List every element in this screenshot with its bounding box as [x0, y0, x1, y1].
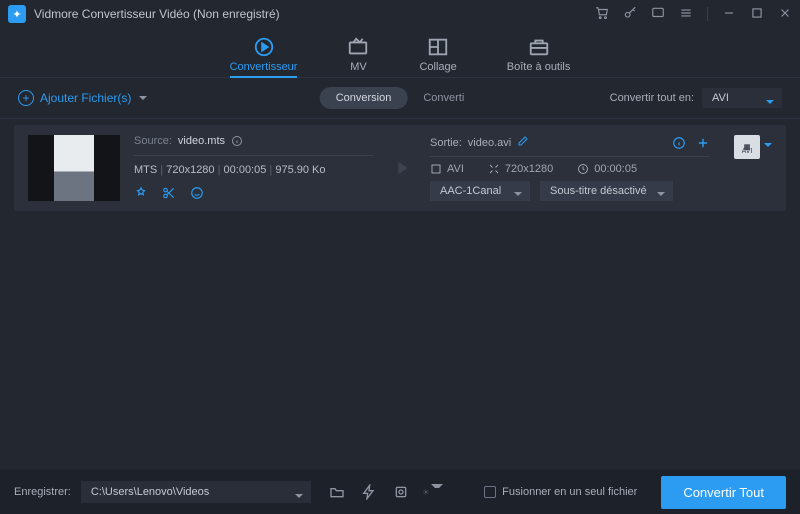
collage-icon	[427, 36, 449, 58]
settings-icon[interactable]	[423, 482, 443, 502]
toolbox-icon	[528, 36, 550, 58]
save-path-select[interactable]: C:\Users\Lenovo\Videos	[81, 481, 311, 503]
merge-label: Fusionner en un seul fichier	[502, 486, 637, 498]
convert-all-button[interactable]: Convertir Tout	[661, 476, 786, 509]
media-info-icon[interactable]	[672, 136, 686, 150]
titlebar: ✦ Vidmore Convertisseur Vidéo (Non enreg…	[0, 0, 800, 28]
info-icon[interactable]	[231, 135, 243, 147]
app-logo-icon: ✦	[8, 5, 26, 23]
app-title: Vidmore Convertisseur Vidéo (Non enregis…	[34, 7, 280, 21]
top-tabs: Convertisseur MV Collage Boîte à outils	[0, 28, 800, 78]
bottom-tool-icons	[327, 482, 443, 502]
enhance-icon[interactable]	[134, 186, 148, 200]
chevron-down-icon	[514, 192, 522, 200]
output-info: Sortie: video.avi AVI 720x1280 00:00:05 …	[430, 135, 710, 201]
clock-icon	[577, 163, 589, 175]
add-output-icon[interactable]	[696, 136, 710, 150]
output-format-chip[interactable]: ▦ AVI	[732, 135, 762, 155]
tab-mv[interactable]: MV	[347, 36, 369, 77]
cut-icon[interactable]	[162, 186, 176, 200]
effects-icon[interactable]	[190, 186, 204, 200]
mini-tabs: Conversion Converti	[320, 87, 481, 109]
tab-toolbox[interactable]: Boîte à outils	[507, 36, 571, 77]
source-filename: video.mts	[178, 135, 225, 147]
checkbox-icon	[484, 486, 496, 498]
cart-icon[interactable]	[595, 6, 609, 23]
chevron-down-icon[interactable]	[764, 143, 772, 151]
tab-converter[interactable]: Convertisseur	[230, 36, 298, 77]
tab-collage[interactable]: Collage	[419, 36, 456, 77]
hardware-accel-icon[interactable]	[359, 482, 379, 502]
save-path-value: C:\Users\Lenovo\Videos	[91, 486, 209, 498]
titlebar-actions	[595, 6, 792, 23]
chevron-down-icon	[766, 100, 774, 108]
file-list: Source: video.mts MTS720x128000:00:05975…	[0, 119, 800, 470]
arrow-icon	[388, 157, 416, 179]
key-icon[interactable]	[623, 6, 637, 23]
minitab-converted[interactable]: Converti	[407, 87, 480, 109]
merge-checkbox[interactable]: Fusionner en un seul fichier	[484, 486, 637, 498]
format-select[interactable]: AVI	[702, 88, 782, 108]
close-icon[interactable]	[778, 6, 792, 23]
feedback-icon[interactable]	[651, 6, 665, 23]
add-files-button[interactable]: + Ajouter Fichier(s)	[18, 90, 147, 106]
format-select-value: AVI	[712, 92, 729, 104]
edit-tools	[134, 186, 374, 200]
output-filename: video.avi	[468, 137, 511, 149]
bottom-bar: Enregistrer: C:\Users\Lenovo\Videos Fusi…	[0, 470, 800, 514]
converter-icon	[253, 36, 275, 58]
tab-mv-label: MV	[350, 61, 367, 73]
file-row: Source: video.mts MTS720x128000:00:05975…	[14, 125, 786, 211]
tab-converter-label: Convertisseur	[230, 61, 298, 73]
tab-collage-label: Collage	[419, 61, 456, 73]
divider	[707, 7, 708, 21]
video-thumbnail[interactable]	[28, 135, 120, 201]
source-info: Source: video.mts MTS720x128000:00:05975…	[134, 135, 374, 200]
tab-toolbox-label: Boîte à outils	[507, 61, 571, 73]
maximize-icon[interactable]	[750, 6, 764, 23]
minimize-icon[interactable]	[722, 6, 736, 23]
resolution-icon	[488, 163, 500, 175]
rename-icon[interactable]	[517, 135, 529, 150]
source-label: Source:	[134, 135, 172, 147]
sub-toolbar: + Ajouter Fichier(s) Conversion Converti…	[0, 78, 800, 118]
output-label: Sortie:	[430, 137, 462, 149]
chevron-down-icon	[657, 192, 665, 200]
minitab-conversion[interactable]: Conversion	[320, 87, 408, 109]
mv-icon	[347, 36, 369, 58]
task-schedule-icon[interactable]	[391, 482, 411, 502]
subtitle-select[interactable]: Sous-titre désactivé	[540, 181, 673, 201]
plus-icon: +	[18, 90, 34, 106]
convert-all-label: Convertir tout en:	[610, 92, 694, 104]
add-files-label: Ajouter Fichier(s)	[40, 91, 131, 105]
convert-all-format: Convertir tout en: AVI	[610, 88, 782, 108]
menu-icon[interactable]	[679, 6, 693, 23]
save-to-label: Enregistrer:	[14, 486, 71, 498]
format-icon	[430, 163, 442, 175]
chevron-down-icon	[295, 494, 303, 502]
chevron-down-icon	[139, 96, 147, 104]
audio-select[interactable]: AAC-1Canal	[430, 181, 530, 201]
output-meta: AVI 720x1280 00:00:05	[430, 163, 710, 175]
source-meta: MTS720x128000:00:05975.90 Ko	[134, 164, 374, 176]
open-folder-icon[interactable]	[327, 482, 347, 502]
